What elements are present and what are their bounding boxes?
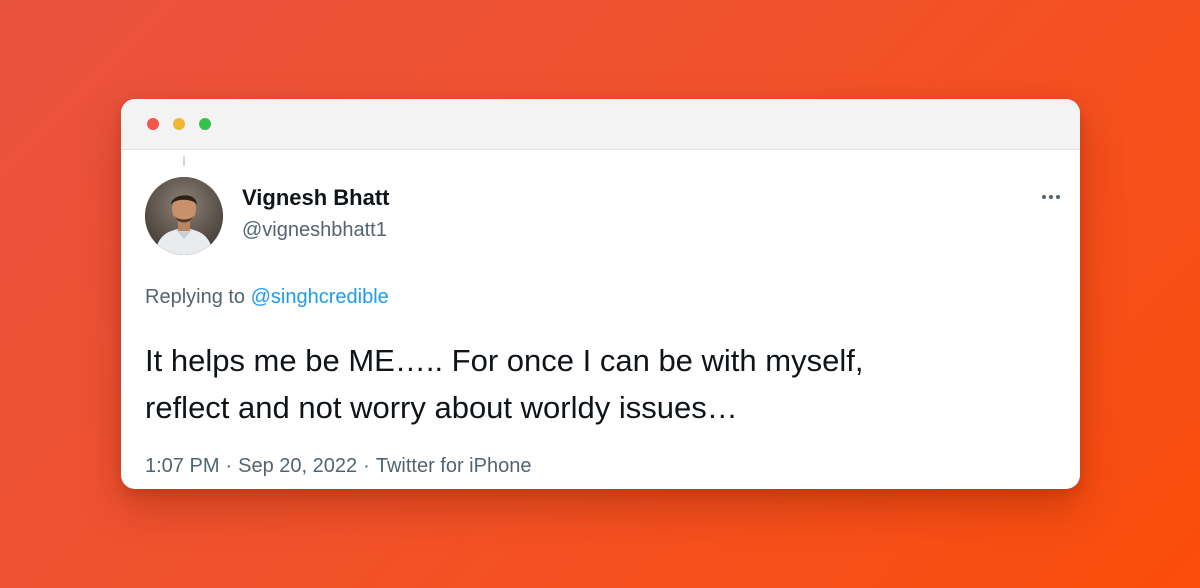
tweet-text-line: It helps me be ME….. For once I can be w… (145, 343, 864, 378)
avatar[interactable] (145, 177, 223, 255)
tweet-time[interactable]: 1:07 PM (145, 455, 219, 477)
tweet-source: Twitter for iPhone (375, 455, 532, 477)
thread-connector-line (183, 156, 185, 166)
author-name[interactable]: Vignesh Bhatt (242, 185, 390, 211)
tweet-text: It helps me be ME….. For once I can be w… (145, 337, 1045, 431)
ellipsis-icon (1042, 195, 1060, 199)
tweet-window: Vignesh Bhatt @vigneshbhatt1 Replying to… (121, 99, 1080, 489)
tweet-date[interactable]: Sep 20, 2022 (238, 455, 357, 477)
more-options-button[interactable] (1036, 185, 1066, 209)
window-titlebar (121, 99, 1080, 150)
author-handle[interactable]: @vigneshbhatt1 (242, 219, 387, 242)
close-window-icon[interactable] (147, 118, 159, 130)
tweet-metadata: 1:07 PM · Sep 20, 2022 · Twitter for iPhone (145, 455, 531, 478)
replying-mention-link[interactable]: @singhcredible (251, 286, 389, 308)
replying-to-line: Replying to @singhcredible (145, 286, 389, 309)
replying-prefix: Replying to (145, 286, 246, 308)
profile-photo-icon (145, 177, 223, 255)
meta-separator: · (363, 455, 370, 477)
minimize-window-icon[interactable] (173, 118, 185, 130)
maximize-window-icon[interactable] (199, 118, 211, 130)
meta-separator: · (225, 455, 233, 477)
tweet-text-line: reflect and not worry about worldy issue… (145, 390, 738, 425)
